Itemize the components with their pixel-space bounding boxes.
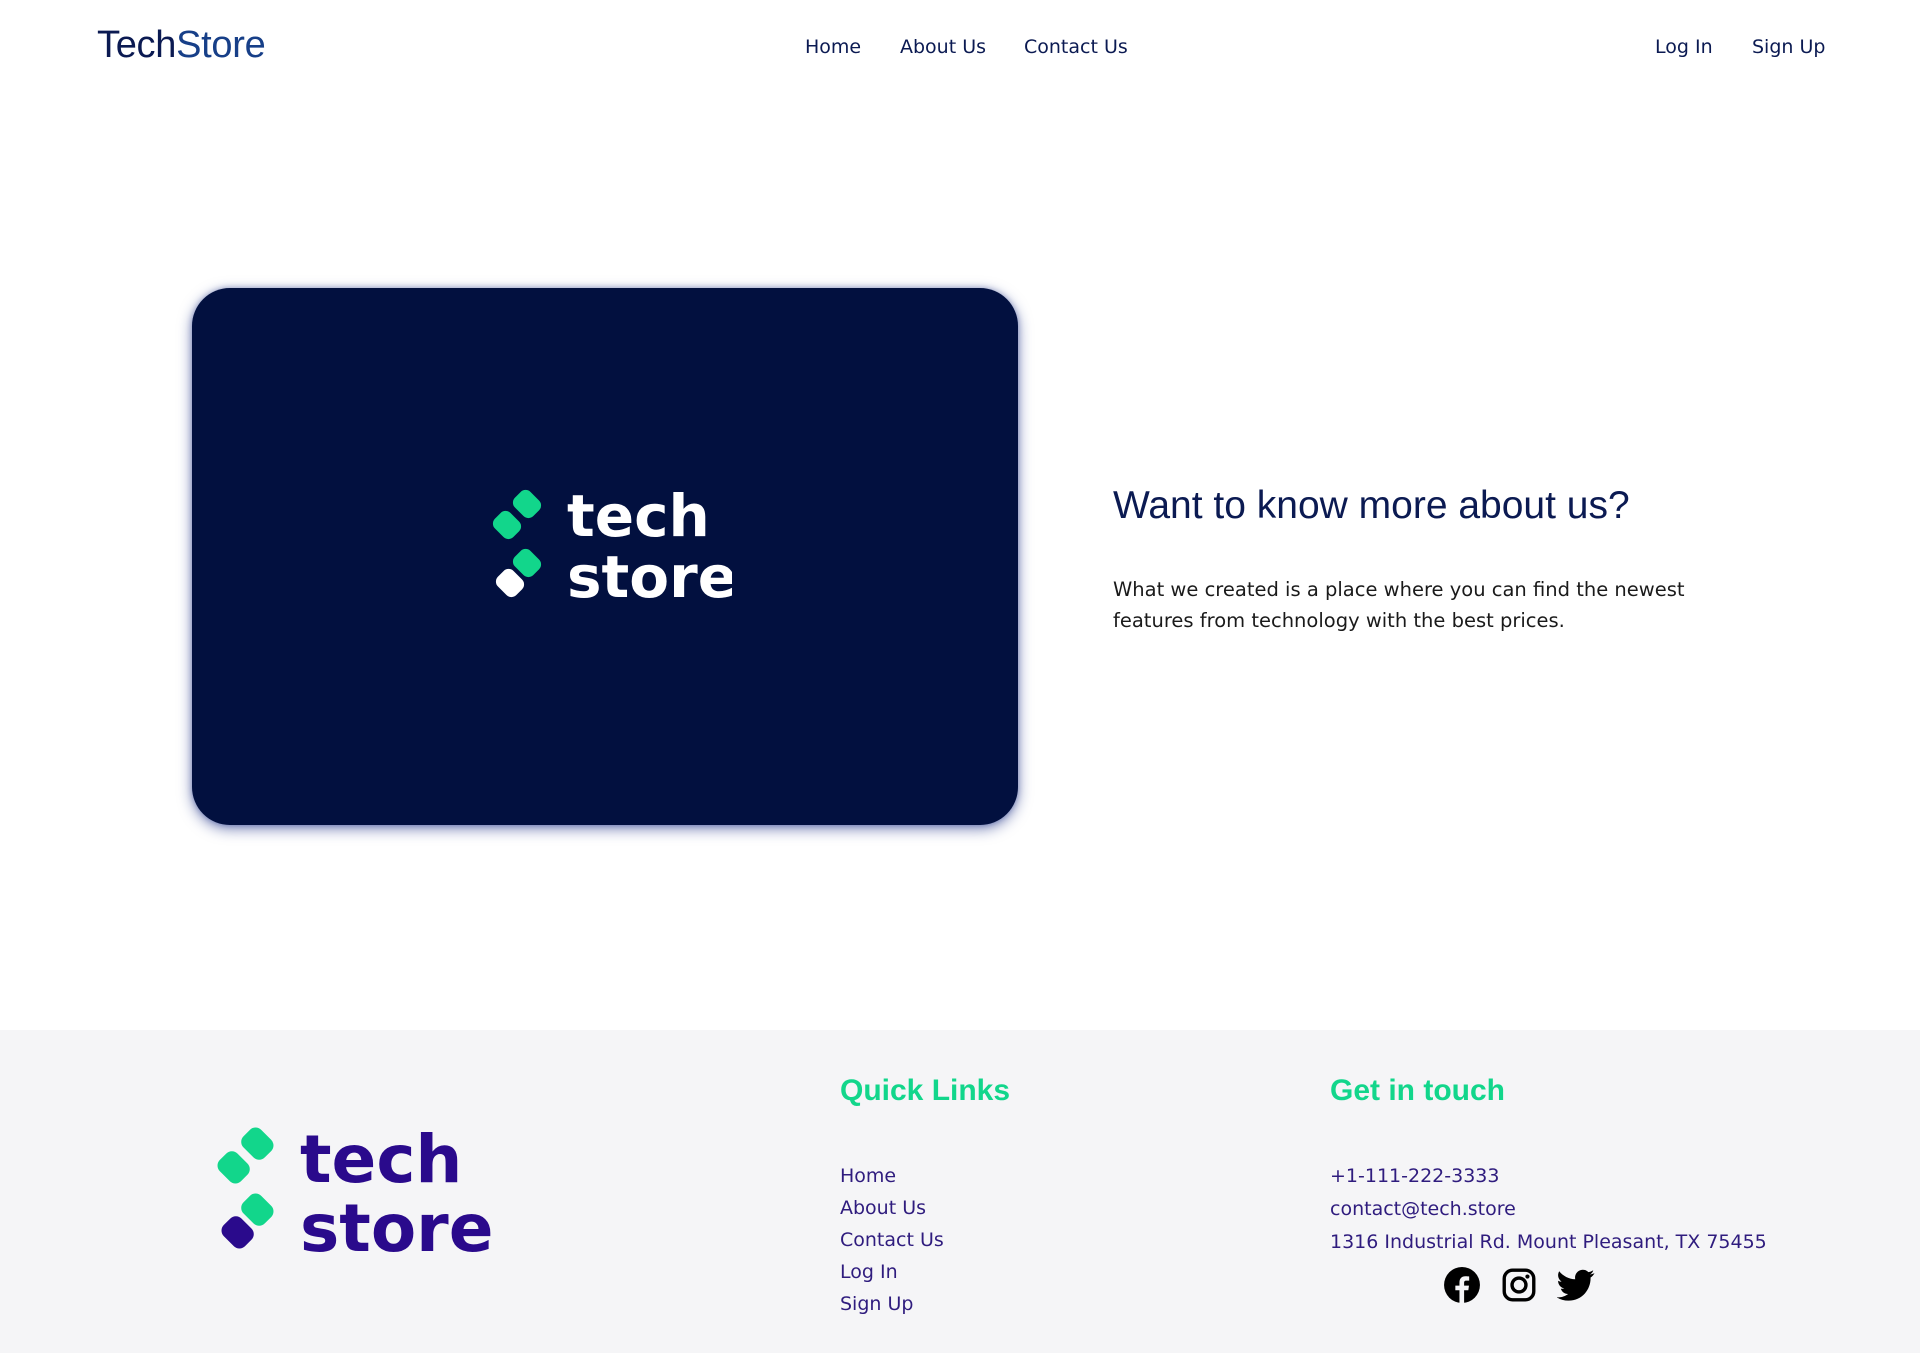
signup-link[interactable]: Sign Up [1752,36,1825,58]
hero-logo-line1: tech [567,482,710,550]
footer-logo-mark-left [217,1151,250,1184]
brand-part2: Store [176,24,266,66]
footer-link-about[interactable]: About Us [840,1192,944,1224]
contact-list: +1-111-222-3333 contact@tech.store 1316 … [1330,1160,1767,1259]
login-link[interactable]: Log In [1655,36,1713,58]
about-heading: Want to know more about us? [1113,484,1630,527]
brand-part1: Tech [97,24,177,66]
site-footer: tech store Quick Links Home About Us Con… [0,1030,1920,1353]
footer-logo-line1: tech [300,1121,462,1198]
footer-link-contact[interactable]: Contact Us [840,1224,944,1256]
footer-link-login[interactable]: Log In [840,1256,944,1288]
brand-logo[interactable]: TechStore [97,24,266,67]
nav-about[interactable]: About Us [900,36,986,58]
contact-email[interactable]: contact@tech.store [1330,1193,1767,1226]
hero-image-card: tech store [192,288,1018,825]
about-description: What we created is a place where you can… [1113,578,1685,632]
quick-links-heading: Quick Links [840,1074,1011,1107]
footer-link-signup[interactable]: Sign Up [840,1288,944,1320]
logo-mark-left [492,510,522,540]
facebook-icon[interactable] [1443,1266,1481,1304]
contact-phone[interactable]: +1-111-222-3333 [1330,1160,1767,1193]
quick-links-list: Home About Us Contact Us Log In Sign Up [840,1160,944,1320]
footer-logo-line2: store [300,1190,494,1264]
twitter-icon[interactable] [1557,1266,1595,1304]
footer-techstore-logo: tech store [217,1121,494,1264]
social-links [1443,1266,1595,1304]
footer-link-home[interactable]: Home [840,1160,944,1192]
nav-contact[interactable]: Contact Us [1024,36,1128,58]
logo-mark-top [512,489,542,519]
hero-logo-line2: store [567,543,732,611]
nav-home[interactable]: Home [805,36,861,58]
techstore-logo: tech store [492,482,732,611]
site-header: TechStore Home About Us Contact Us Log I… [0,0,1920,100]
contact-address: 1316 Industrial Rd. Mount Pleasant, TX 7… [1330,1231,1767,1253]
instagram-icon[interactable] [1500,1266,1538,1304]
footer-logo-mark-top [241,1127,274,1160]
get-in-touch-heading: Get in touch [1330,1074,1505,1107]
